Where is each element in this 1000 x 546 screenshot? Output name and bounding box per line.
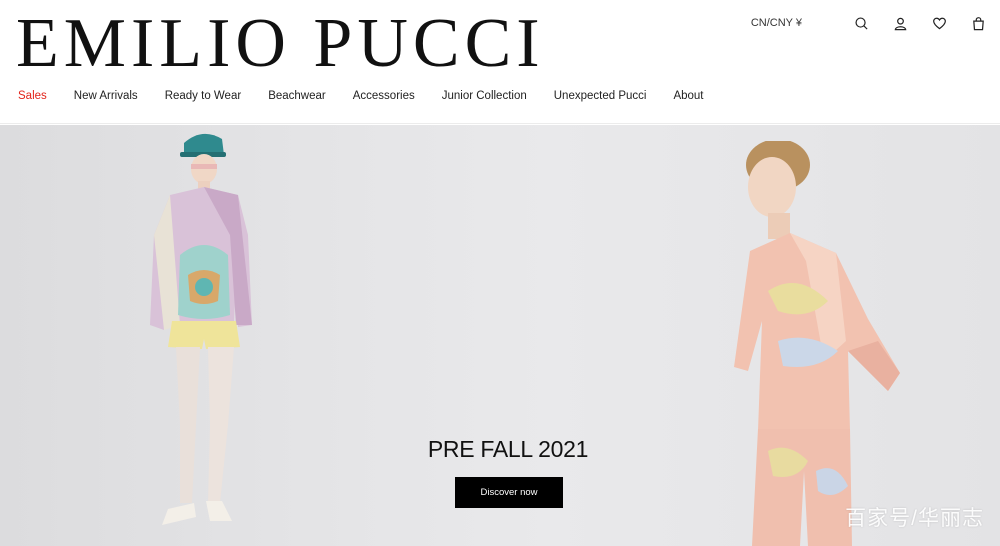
nav-item-beachwear[interactable]: Beachwear — [268, 90, 326, 102]
nav-item-sales[interactable]: Sales — [18, 90, 47, 102]
hero-title: PRE FALL 2021 — [427, 436, 589, 462]
discover-now-button[interactable]: Discover now — [455, 477, 563, 508]
nav-item-accessories[interactable]: Accessories — [353, 90, 415, 102]
currency-selector[interactable]: CN/CNY ¥ — [751, 17, 802, 29]
site-header: EMILIO PUCCI CN/CNY ¥ Sales New Arrivals… — [0, 0, 1000, 124]
nav-item-new-arrivals[interactable]: New Arrivals — [74, 90, 138, 102]
hero-model-right-image — [734, 141, 900, 546]
main-navigation: Sales New Arrivals Ready to Wear Beachwe… — [18, 89, 731, 103]
account-icon[interactable] — [892, 15, 908, 31]
hero-banner[interactable]: PRE FALL 2021 Discover now 百家号/华丽志 — [0, 125, 1000, 546]
header-utilities: CN/CNY ¥ — [751, 14, 986, 32]
nav-item-about[interactable]: About — [673, 90, 703, 102]
brand-logo[interactable]: EMILIO PUCCI — [16, 6, 545, 82]
nav-item-ready-to-wear[interactable]: Ready to Wear — [165, 90, 242, 102]
source-watermark: 百家号/华丽志 — [845, 507, 984, 530]
hero-model-left-image — [150, 133, 252, 525]
nav-item-junior-collection[interactable]: Junior Collection — [442, 90, 527, 102]
bag-icon[interactable] — [970, 15, 986, 31]
search-icon[interactable] — [853, 15, 869, 31]
nav-item-unexpected-pucci[interactable]: Unexpected Pucci — [554, 90, 647, 102]
wishlist-icon[interactable] — [931, 15, 947, 31]
